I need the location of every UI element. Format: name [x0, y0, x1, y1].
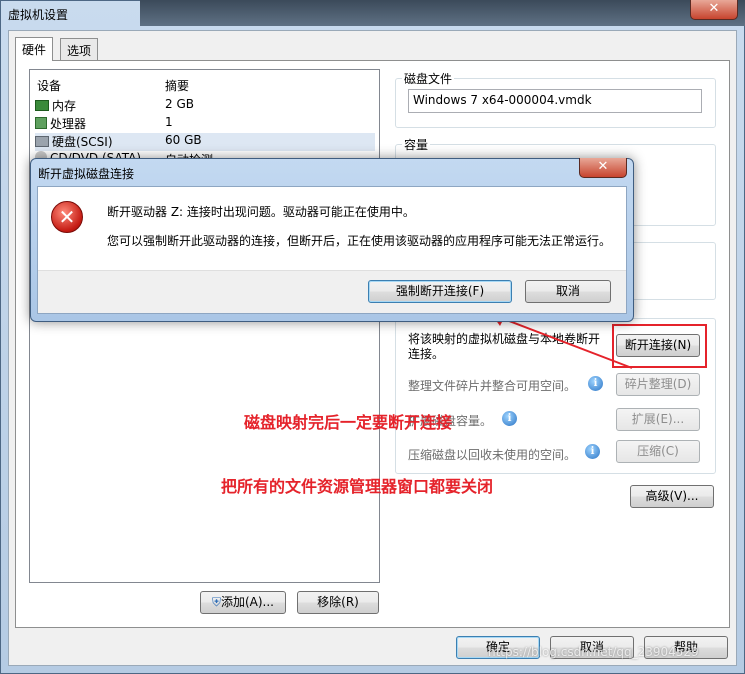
- column-header-device[interactable]: 设备: [37, 77, 61, 94]
- dialog-title: 断开虚拟磁盘连接: [38, 167, 135, 181]
- shield-icon: ⛨: [211, 595, 221, 609]
- remove-button[interactable]: 移除(R): [297, 591, 379, 614]
- device-name: 处理器: [50, 117, 87, 131]
- processor-icon: [35, 117, 47, 129]
- add-button[interactable]: ⛨添加(A)...: [200, 591, 286, 614]
- device-summary: 1: [165, 115, 173, 129]
- compact-button[interactable]: 压缩(C): [616, 440, 700, 463]
- table-row[interactable]: 处理器 1: [35, 115, 375, 133]
- advanced-button[interactable]: 高级(V)...: [630, 485, 714, 508]
- force-disconnect-button[interactable]: 强制断开连接(F): [368, 280, 512, 303]
- error-icon: ✕: [51, 201, 83, 233]
- disk-file-field[interactable]: Windows 7 x64-000004.vmdk: [408, 89, 702, 113]
- table-row[interactable]: 硬盘(SCSI) 60 GB: [35, 133, 375, 151]
- device-name: 硬盘(SCSI): [52, 135, 113, 149]
- dialog-cancel-button[interactable]: 取消: [525, 280, 611, 303]
- tab-options[interactable]: 选项: [60, 38, 99, 60]
- harddisk-icon: [35, 136, 49, 147]
- table-row[interactable]: 内存 2 GB: [35, 97, 375, 115]
- dialog-message-1: 断开驱动器 Z: 连接时出现问题。驱动器可能正在使用中。: [107, 205, 415, 219]
- device-summary: 60 GB: [165, 133, 202, 147]
- expand-button[interactable]: 扩展(E)...: [616, 408, 700, 431]
- window-close-button[interactable]: ✕: [690, 0, 738, 20]
- device-name: 内存: [52, 99, 77, 113]
- annotation-note-1: 磁盘映射完后一定要断开连接: [244, 413, 453, 432]
- window-title: 虚拟机设置: [8, 8, 69, 22]
- watermark: https://blog.csdn.net/qq_23904529: [488, 645, 699, 659]
- column-header-summary[interactable]: 摘要: [165, 77, 189, 94]
- compact-description: 压缩磁盘以回收未使用的空间。: [408, 448, 577, 462]
- background-window-strip: [140, 0, 745, 26]
- info-icon: i: [585, 444, 600, 459]
- tab-hardware[interactable]: 硬件: [15, 37, 54, 61]
- annotation-note-2: 把所有的文件资源管理器窗口都要关闭: [221, 477, 494, 496]
- capacity-title: 容量: [402, 136, 431, 153]
- info-icon: i: [502, 411, 517, 426]
- memory-icon: [35, 100, 49, 111]
- dialog-close-button[interactable]: ✕: [579, 158, 627, 178]
- device-summary: 2 GB: [165, 97, 194, 111]
- dialog-message-2: 您可以强制断开此驱动器的连接，但断开后，正在使用该驱动器的应用程序可能无法正常运…: [107, 234, 612, 248]
- disk-file-title: 磁盘文件: [402, 70, 455, 87]
